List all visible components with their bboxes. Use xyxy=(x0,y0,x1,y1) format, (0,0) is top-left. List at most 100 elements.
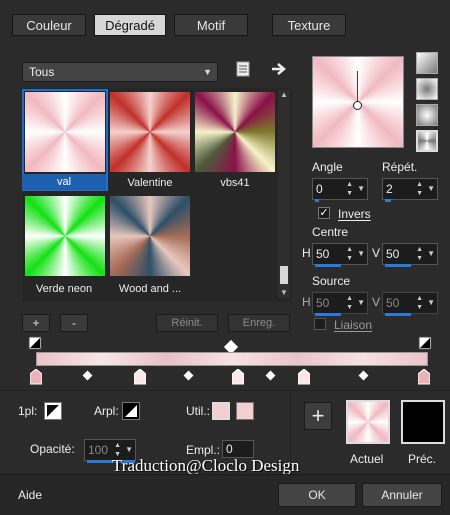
category-dropdown-value: Tous xyxy=(29,65,55,79)
arrow-right-icon[interactable] xyxy=(270,60,288,78)
opacity-label: Opacité: xyxy=(30,442,75,456)
chevron-down-icon[interactable]: ▼ xyxy=(357,184,365,193)
link-checkbox[interactable] xyxy=(314,318,326,330)
midpoint-marker[interactable] xyxy=(183,370,194,381)
chevron-down-icon[interactable]: ▼ xyxy=(427,298,435,307)
use-color-swatch-2[interactable] xyxy=(236,402,254,420)
angle-handle-line xyxy=(357,71,358,104)
right-fill-icon[interactable] xyxy=(122,402,140,420)
invert-checkbox[interactable]: ✓ xyxy=(318,207,330,219)
chevron-down-icon[interactable]: ▼ xyxy=(427,184,435,193)
chevron-down-icon[interactable]: ▼ xyxy=(357,298,365,307)
spin-arrows-icon[interactable]: ▲ ▼ xyxy=(346,180,353,198)
foreground-stop-icon[interactable] xyxy=(418,336,432,350)
focal-h-input[interactable]: 50 ▲ ▼ ▼ xyxy=(312,292,368,316)
tab-texture[interactable]: Texture xyxy=(272,14,346,36)
cancel-button[interactable]: Annuler xyxy=(362,483,442,507)
spin-arrows-icon[interactable]: ▲ ▼ xyxy=(346,294,353,312)
gradient-label-vbs41: vbs41 xyxy=(220,177,250,189)
previous-label: Préc. xyxy=(408,452,437,466)
focal-label: Source xyxy=(312,274,351,288)
spin-arrows-icon[interactable]: ▲ ▼ xyxy=(416,294,423,312)
linear-style-icon[interactable] xyxy=(416,52,438,74)
chevron-down-icon[interactable]: ▼ xyxy=(357,249,365,258)
add-color-button[interactable]: + xyxy=(304,402,332,430)
gradient-preview[interactable] xyxy=(312,56,404,148)
midpoint-marker[interactable] xyxy=(82,370,93,381)
focal-h-slider-fill xyxy=(315,313,341,316)
gradient-thumb-valentine[interactable] xyxy=(110,92,190,172)
gallery-scrollbar[interactable]: ▲ ▼ xyxy=(278,90,290,298)
gradient-label-val: val xyxy=(22,174,106,190)
center-handle[interactable] xyxy=(353,101,362,110)
gradient-gallery: val Valentine vbs41 Verde neon Wood and … xyxy=(22,88,292,302)
spin-arrows-icon[interactable]: ▲ ▼ xyxy=(416,245,423,263)
repeat-value: 2 xyxy=(386,182,393,196)
chevron-down-icon[interactable]: ▼ xyxy=(125,445,133,454)
center-v-value: 50 xyxy=(386,247,400,261)
use-color-swatch-1[interactable] xyxy=(212,402,230,420)
ok-button[interactable]: OK xyxy=(278,483,356,507)
color-stop[interactable] xyxy=(417,368,431,385)
focal-v-input[interactable]: 50 ▲ ▼ ▼ xyxy=(382,292,438,316)
gradient-thumb-val[interactable] xyxy=(25,92,105,172)
gradient-label-wood: Wood and ... xyxy=(118,283,182,295)
tab-degrade[interactable]: Dégradé xyxy=(94,14,166,36)
invert-label: Invers xyxy=(338,207,371,221)
chevron-down-icon[interactable]: ▼ xyxy=(427,249,435,258)
gradient-bar[interactable] xyxy=(36,352,428,366)
previous-color-swatch[interactable] xyxy=(401,400,445,444)
focal-v-value: 50 xyxy=(386,296,400,310)
remove-gradient-button[interactable]: - xyxy=(60,314,88,332)
radial-style-icon[interactable] xyxy=(416,104,438,126)
tab-motif[interactable]: Motif xyxy=(174,14,248,36)
current-gradient-swatch[interactable] xyxy=(346,400,390,444)
focal-h-value: 50 xyxy=(316,296,330,310)
reset-button[interactable]: Réinit. xyxy=(156,314,218,332)
rectangular-style-icon[interactable] xyxy=(416,78,438,100)
angle-label: Angle xyxy=(312,160,343,174)
center-v-label: V xyxy=(372,246,381,260)
center-v-slider-fill xyxy=(385,264,411,267)
gradient-label-verde-neon: Verde neon xyxy=(35,283,93,295)
color-stop[interactable] xyxy=(297,368,311,385)
tab-couleur[interactable]: Couleur xyxy=(12,14,86,36)
category-dropdown[interactable]: Tous ▼ xyxy=(22,62,218,82)
save-button[interactable]: Enreg. xyxy=(228,314,290,332)
opacity-value: 100 xyxy=(88,443,109,457)
chevron-down-icon: ▼ xyxy=(203,67,212,77)
center-h-slider-fill xyxy=(315,264,341,267)
color-stop[interactable] xyxy=(29,368,43,385)
color-stop[interactable] xyxy=(133,368,147,385)
spin-arrows-icon[interactable]: ▲ ▼ xyxy=(346,245,353,263)
focal-h-label: H xyxy=(302,295,311,309)
midpoint-marker[interactable] xyxy=(358,370,369,381)
gradient-thumb-wood[interactable] xyxy=(110,196,190,276)
sunburst-style-icon[interactable] xyxy=(416,130,438,152)
divider xyxy=(0,390,450,391)
gradient-thumb-verde-neon[interactable] xyxy=(25,196,105,276)
scroll-up-icon[interactable]: ▲ xyxy=(280,90,288,99)
gradient-thumb-vbs41[interactable] xyxy=(195,92,275,172)
repeat-input[interactable]: 2 ▲ ▼ ▼ xyxy=(382,178,438,202)
scroll-thumb[interactable] xyxy=(280,266,288,284)
left-label: 1pl: xyxy=(18,404,38,418)
help-link[interactable]: Aide xyxy=(18,488,42,502)
add-gradient-button[interactable]: + xyxy=(22,314,50,332)
spin-arrows-icon[interactable]: ▲ ▼ xyxy=(416,180,423,198)
scroll-down-icon[interactable]: ▼ xyxy=(280,288,288,297)
color-stop[interactable] xyxy=(231,368,245,385)
translation-watermark: Traduction@Cloclo Design xyxy=(112,456,300,475)
foreground-stop-icon[interactable] xyxy=(28,336,42,350)
right-label: Arpl: xyxy=(94,404,119,418)
location-value: 0 xyxy=(226,442,233,456)
left-fill-icon[interactable] xyxy=(44,402,62,420)
midpoint-marker[interactable] xyxy=(265,370,276,381)
center-h-input[interactable]: 50 ▲ ▼ ▼ xyxy=(312,243,368,267)
use-label: Util.: xyxy=(186,404,210,418)
center-v-input[interactable]: 50 ▲ ▼ ▼ xyxy=(382,243,438,267)
link-label: Liaison xyxy=(334,318,373,332)
angle-input[interactable]: 0 ▲ ▼ ▼ xyxy=(312,178,368,202)
angle-value: 0 xyxy=(316,182,323,196)
document-list-icon[interactable] xyxy=(234,60,252,78)
